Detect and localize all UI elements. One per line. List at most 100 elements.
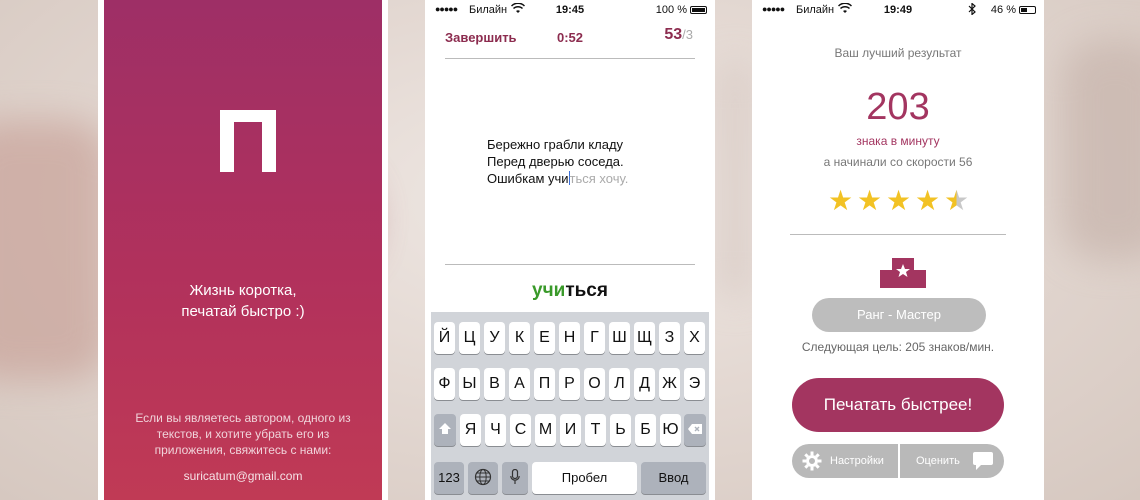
key-letter[interactable]: Б <box>635 414 656 446</box>
bottom-actions: Настройки Оценить <box>792 444 1004 478</box>
key-letter[interactable]: С <box>510 414 531 446</box>
typing-screen: ●●●●● Билайн 19:45 100 % Завершить 0:52 … <box>425 0 715 500</box>
globe-key[interactable] <box>468 462 498 494</box>
star-icon: ★ <box>915 185 941 216</box>
battery-icon <box>690 6 707 14</box>
score-counter: 53/3 <box>664 26 693 44</box>
key-letter[interactable]: Щ <box>634 322 655 354</box>
key-letter[interactable]: Е <box>534 322 555 354</box>
keyboard-row: ЙЦУКЕНГШЩЗХ <box>431 322 709 354</box>
backspace-icon <box>687 422 703 437</box>
settings-label: Настройки <box>830 455 884 467</box>
key-letter[interactable]: А <box>509 368 530 400</box>
key-letter[interactable]: Ю <box>660 414 681 446</box>
key-letter[interactable]: Л <box>609 368 630 400</box>
key-letter[interactable]: Ы <box>459 368 480 400</box>
status-bar: ●●●●● Билайн 19:49 46 % <box>758 0 1038 20</box>
results-screen: ●●●●● Билайн 19:49 46 % Ваш лучший резул… <box>752 0 1044 500</box>
numbers-key[interactable]: 123 <box>434 462 464 494</box>
background-blur <box>0 120 110 380</box>
score-total: /3 <box>682 27 693 42</box>
author-note: Если вы являетесь автором, одного из тек… <box>135 411 351 457</box>
rank-badge: Ранг - Мастер <box>812 298 986 332</box>
key-letter[interactable]: Ь <box>610 414 631 446</box>
speech-bubble-icon <box>972 451 994 478</box>
pending-text: ться хочу. <box>569 171 629 186</box>
star-icon: ★ <box>857 185 883 216</box>
keyboard-row: 123 Пробел Ввод <box>431 462 709 494</box>
slogan: Жизнь коротка, печатай быстро :) <box>104 280 382 322</box>
key-letter[interactable]: Э <box>684 368 705 400</box>
shift-key[interactable] <box>434 414 456 446</box>
next-goal: Следующая цель: 205 знаков/мин. <box>801 340 995 354</box>
slogan-line: Жизнь коротка, <box>189 282 297 299</box>
rate-label: Оценить <box>916 455 960 467</box>
key-letter[interactable]: Я <box>460 414 481 446</box>
keyboard-row: ЯЧСМИТЬБЮ <box>431 414 709 446</box>
app-logo-icon <box>220 110 276 172</box>
space-key[interactable]: Пробел <box>532 462 637 494</box>
results-title: Ваш лучший результат <box>834 46 962 60</box>
key-letter[interactable]: З <box>659 322 680 354</box>
contact-email[interactable]: suricatum@gmail.com <box>104 469 382 483</box>
key-letter[interactable]: Т <box>585 414 606 446</box>
key-letter[interactable]: Ш <box>609 322 630 354</box>
key-letter[interactable]: И <box>560 414 581 446</box>
key-letter[interactable]: Ф <box>434 368 455 400</box>
keyboard-row: ФЫВАПРОЛДЖЭ <box>431 368 709 400</box>
key-letter[interactable]: Н <box>559 322 580 354</box>
globe-icon <box>474 468 492 486</box>
timer: 0:52 <box>557 30 584 45</box>
microphone-icon <box>510 468 520 485</box>
return-key[interactable]: Ввод <box>641 462 706 494</box>
key-letter[interactable]: Й <box>434 322 455 354</box>
current-word-typed: учи <box>532 280 566 301</box>
key-letter[interactable]: Ж <box>659 368 680 400</box>
settings-button[interactable]: Настройки <box>792 444 898 478</box>
current-word-rest: ться <box>565 280 608 301</box>
key-letter[interactable]: У <box>484 322 505 354</box>
keyboard: ЙЦУКЕНГШЩЗХ ФЫВАПРОЛДЖЭ ЯЧСМИТЬБЮ 123 Пр… <box>431 312 709 500</box>
type-faster-button[interactable]: Печатать быстрее! <box>792 378 1004 432</box>
quiz-toolbar: Завершить 0:52 53/3 <box>431 26 709 52</box>
key-letter[interactable]: Ч <box>485 414 506 446</box>
splash-screen: Жизнь коротка, печатай быстро :) Если вы… <box>98 0 388 500</box>
finish-button[interactable]: Завершить <box>445 30 517 45</box>
battery-icon <box>1019 6 1036 14</box>
divider <box>445 264 695 265</box>
star-rating: ★ ★ ★ ★ ★ <box>828 186 973 216</box>
battery-percent: 46 % <box>990 4 1016 16</box>
key-letter[interactable]: В <box>484 368 505 400</box>
battery-percent: 100 % <box>655 4 687 16</box>
key-letter[interactable]: Д <box>634 368 655 400</box>
divider <box>790 234 1006 235</box>
poem-line: Ошибкам учиться хочу. <box>487 170 628 187</box>
divider <box>445 58 695 59</box>
background-blur <box>1060 40 1140 260</box>
poem-line: Перед дверью соседа. <box>487 154 624 169</box>
gear-icon <box>802 451 822 478</box>
backspace-key[interactable] <box>684 414 706 446</box>
star-icon: ★ <box>886 185 912 216</box>
key-letter[interactable]: К <box>509 322 530 354</box>
rate-button[interactable]: Оценить <box>900 444 1004 478</box>
status-bar: ●●●●● Билайн 19:45 100 % <box>431 0 709 20</box>
key-letter[interactable]: Х <box>684 322 705 354</box>
best-score: 203 <box>866 86 930 128</box>
key-letter[interactable]: Г <box>584 322 605 354</box>
current-word: учиться <box>431 280 709 302</box>
slogan-line: печатай быстро :) <box>181 303 305 320</box>
score-value: 53 <box>664 26 683 43</box>
background-blur <box>715 60 755 300</box>
microphone-key[interactable] <box>502 462 528 494</box>
key-letter[interactable]: Ц <box>459 322 480 354</box>
key-letter[interactable]: М <box>535 414 556 446</box>
poem-text: Бережно грабли кладу Перед дверью соседа… <box>487 136 628 187</box>
cpm-label: знака в минуту <box>856 134 940 148</box>
key-letter[interactable]: Р <box>559 368 580 400</box>
podium-star-icon <box>880 256 926 288</box>
key-letter[interactable]: П <box>534 368 555 400</box>
key-letter[interactable]: О <box>584 368 605 400</box>
poem-line: Бережно грабли кладу <box>487 137 624 152</box>
typed-text: Ошибкам учи <box>487 171 569 186</box>
